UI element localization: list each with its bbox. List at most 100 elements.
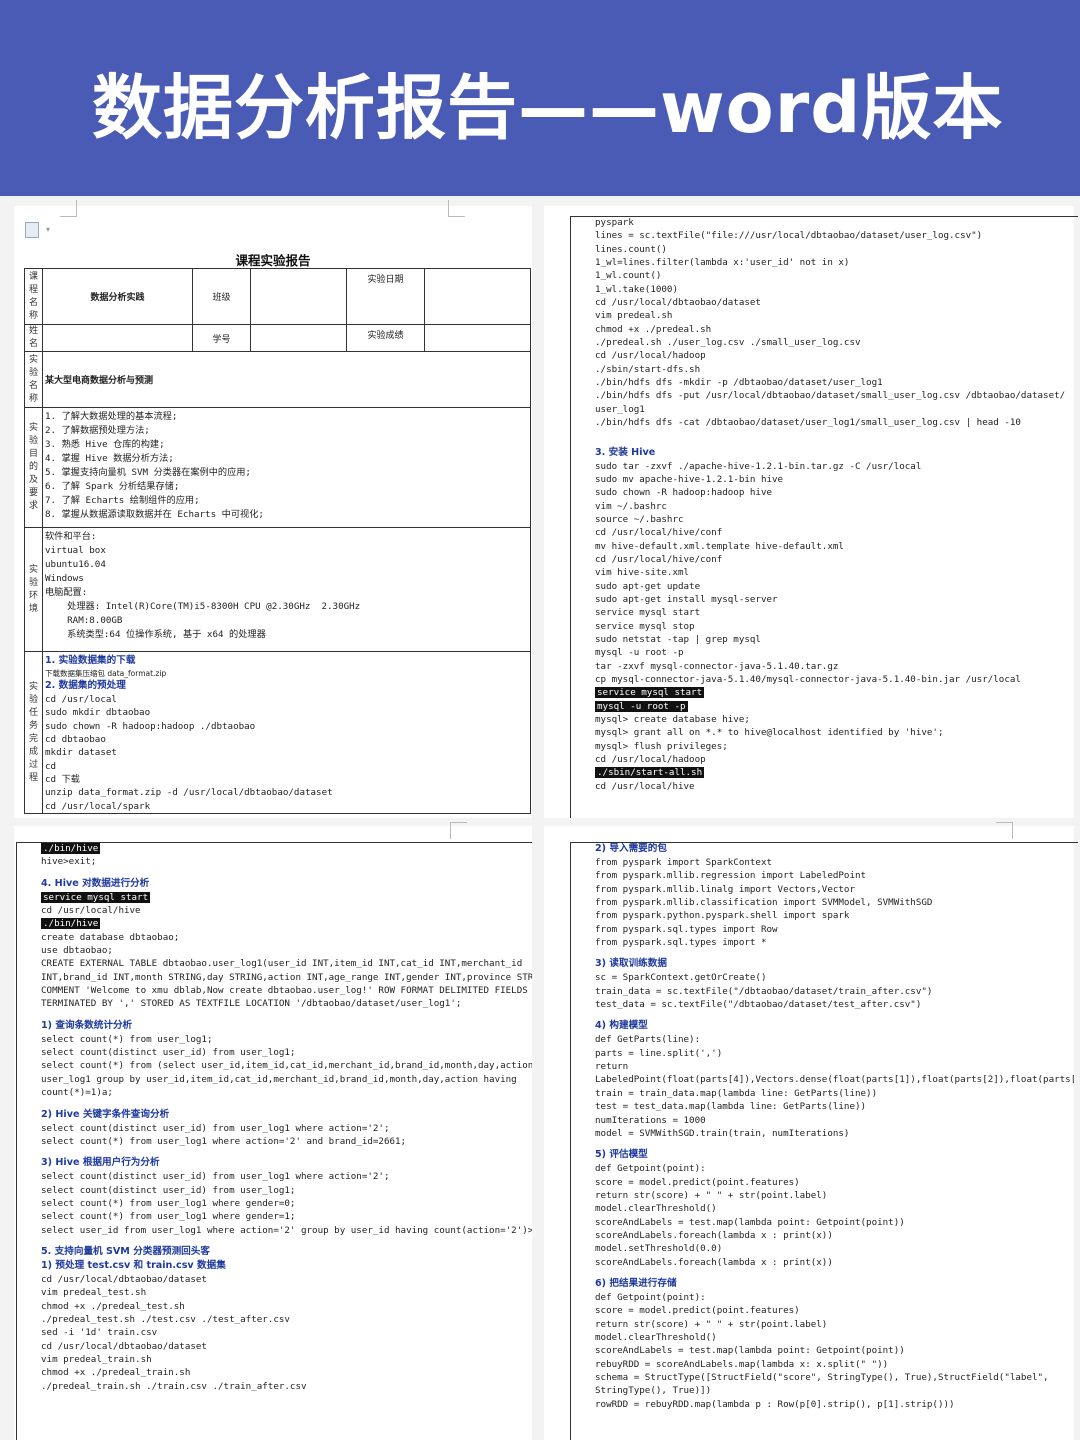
code-line: from pyspark.sql.types import * <box>595 937 767 949</box>
section-heading: 4. Hive 对数据进行分析 <box>41 877 150 889</box>
doc-icon <box>25 222 39 238</box>
exp-name-value: 某大型电商数据分析与预测 <box>42 351 531 408</box>
env-label: 实验环境 <box>28 564 38 614</box>
id-label: 学号 <box>192 324 251 352</box>
code-line: lines.count() <box>595 243 667 255</box>
code-line: parts = line.split(',') <box>595 1047 723 1059</box>
margin-corner <box>996 822 1013 839</box>
page-2-body: pyspark lines = sc.textFile("file:///usr/… <box>570 216 1074 818</box>
highlight-text: ./bin/hive <box>41 843 101 854</box>
highlight-text: service mysql start <box>595 687 705 699</box>
code-line: select count(distinct user_id) from user… <box>41 1171 390 1183</box>
highlighted-code-line: service mysql start <box>595 686 1074 699</box>
code-line: select count(*) from user_log1; <box>41 1033 213 1045</box>
code-line: ./predeal_test.sh ./test.csv ./test_afte… <box>41 1313 290 1325</box>
code-line: TERMINATED BY ',' STORED AS TEXTFILE LOC… <box>41 998 462 1010</box>
env-line: 系统类型:64 位操作系统, 基于 x64 的处理器 <box>45 629 266 640</box>
purpose-line: 1. 了解大数据处理的基本流程; <box>45 411 178 422</box>
code-line: service mysql start <box>595 607 701 619</box>
code-line: chmod +x ./predeal_train.sh <box>41 1367 191 1379</box>
code-line: rowRDD = rebuyRDD.map(lambda p : Row(p[0… <box>595 1398 955 1410</box>
code-line: cp mysql-connector-java-5.1.40/mysql-con… <box>595 674 1021 685</box>
code-line: COMMENT 'Welcome to xmu dblab,Now create… <box>41 985 528 997</box>
code-line: service mysql stop <box>595 620 695 632</box>
code-line: CREATE EXTERNAL TABLE dbtaobao.user_log1… <box>41 958 523 970</box>
code-line: use dbtaobao; <box>41 945 113 957</box>
code-line: mysql> grant all on *.* to hive@localhos… <box>595 727 944 739</box>
code-line: from pyspark.mllib.regression import Lab… <box>595 870 867 882</box>
id-value <box>250 324 347 352</box>
code-line: lines = sc.textFile("file:///usr/local/d… <box>595 230 983 242</box>
code-line: ./bin/hdfs dfs -put /usr/local/dbtaobao/… <box>595 390 1066 402</box>
code-line: hive>exit; <box>41 856 97 868</box>
report-table: 课程名称 数据分析实践 班级 实验日期 姓名 学号 实验成绩 实验名称 某大型电… <box>24 268 531 815</box>
document-page-4: 2) 导入需要的包 from pyspark import SparkContex… <box>544 826 1074 1440</box>
code-line: return str(score) + " " + str(point.labe… <box>595 1318 828 1330</box>
code-line: cd /usr/local/hive/conf <box>595 553 723 565</box>
doc-title: 课程实验报告 <box>235 253 311 268</box>
code-line: LabeledPoint(float(parts[4]),Vectors.den… <box>595 1074 1074 1086</box>
code-line: user_log1 group by user_id,item_id,cat_i… <box>41 1073 517 1085</box>
highlight-text: ./sbin/start-all.sh <box>595 767 705 779</box>
purpose-line: 6. 了解 Spark 分析结果存储; <box>45 481 180 492</box>
code-line: vim predeal_train.sh <box>41 1353 152 1365</box>
code-line: sudo chown -R hadoop:hadoop hive <box>595 487 773 499</box>
code-line: cd /usr/local/hive/conf <box>595 527 723 539</box>
code-line: def Getpoint(point): <box>595 1163 706 1175</box>
code-line: create database dbtaobao; <box>41 931 180 943</box>
course-label-text: 课程名称 <box>28 271 38 321</box>
process-list: 1. 实验数据集的下载 下载数据集压缩包 data_format.zip 2. 数据… <box>45 654 528 813</box>
env-line: ubuntu16.04 <box>45 559 106 570</box>
section-heading: 1) 预处理 test.csv 和 train.csv 数据集 <box>41 1259 226 1271</box>
document-page-3: ./bin/hive hive>exit; 4. Hive 对数据进行分析 servi… <box>14 826 532 1440</box>
code-line: cd /usr/local/dbtaobao/dataset <box>595 297 761 309</box>
purpose-list: 1. 了解大数据处理的基本流程; 2. 了解数据预处理方法; 3. 熟悉 Hive … <box>45 410 528 522</box>
highlight-text: mysql -u root -p <box>595 700 688 712</box>
code-line: select count(*) from user_log1 where gen… <box>41 1211 296 1223</box>
page-2-frame-top <box>570 216 1078 217</box>
code-line: chmod +x ./predeal_test.sh <box>41 1300 185 1312</box>
code-line: from pyspark.python.pyspark.shell import… <box>595 910 850 922</box>
code-line: sed -i '1d' train.csv <box>41 1327 158 1339</box>
code-line: ./predeal.sh ./user_log.csv ./small_user… <box>595 337 861 349</box>
code-line: sudo mv apache-hive-1.2.1-bin hive <box>595 473 784 485</box>
class-value <box>250 268 347 325</box>
code-line: score = model.predict(point.features) <box>595 1305 800 1317</box>
code-line: select count(*) from (select user_id,ite… <box>41 1060 532 1072</box>
code-line: scoreAndLabels = test.map(lambda point: … <box>595 1345 905 1357</box>
code-line: cd <box>45 760 57 772</box>
date-value <box>424 268 531 325</box>
code-line: scoreAndLabels = test.map(lambda point: … <box>595 1216 905 1228</box>
code-line: sudo chown -R hadoop:hadoop ./dbtaobao <box>45 720 256 732</box>
code-line: select count(distinct user_id) from user… <box>41 1122 390 1134</box>
name-value <box>42 324 193 352</box>
margin-corner <box>450 822 467 839</box>
code-line: StringType(), True)]) <box>595 1385 712 1397</box>
code-line: sudo tar -zxvf ./apache-hive-1.2.1-bin.t… <box>595 460 922 472</box>
code-line: sudo apt-get update <box>595 580 701 592</box>
purpose-line: 8. 掌握从数据源读取数据并在 Echarts 中可视化; <box>45 509 264 520</box>
score-value <box>424 324 531 352</box>
code-line: cd /usr/local/hadoop <box>595 350 706 362</box>
code-line: tar -zxvf mysql-connector-java-5.1.40.ta… <box>595 660 839 672</box>
margin-corner <box>448 200 465 217</box>
code-line: test_data = sc.textFile("/dbtaobao/datas… <box>595 999 922 1011</box>
note-line: 下载数据集压缩包 data_format.zip <box>45 669 167 678</box>
highlight-text: service mysql start <box>41 891 151 903</box>
code-line: model.clearThreshold() <box>595 1203 717 1215</box>
page-3-frame-top <box>16 842 532 843</box>
code-line: rebuyRDD = scoreAndLabels.map(lambda x: … <box>595 1358 889 1370</box>
code-line: ./sbin/start-dfs.sh <box>595 363 701 375</box>
section-heading: 2. 数据集的预处理 <box>45 680 126 691</box>
env-list: 软件和平台: virtual box ubuntu16.04 Windows 电脑配置:… <box>45 530 528 642</box>
section-heading: 5) 评估模型 <box>595 1149 648 1161</box>
date-label: 实验日期 <box>346 268 425 325</box>
code-line: test = test_data.map(lambda line: GetPar… <box>595 1101 867 1113</box>
code-line: ./bin/hdfs dfs -mkdir -p /dbtaobao/datas… <box>595 377 883 389</box>
code-line: from pyspark import SparkContext <box>595 857 773 868</box>
code-line: chmod +x ./predeal.sh <box>595 323 712 335</box>
